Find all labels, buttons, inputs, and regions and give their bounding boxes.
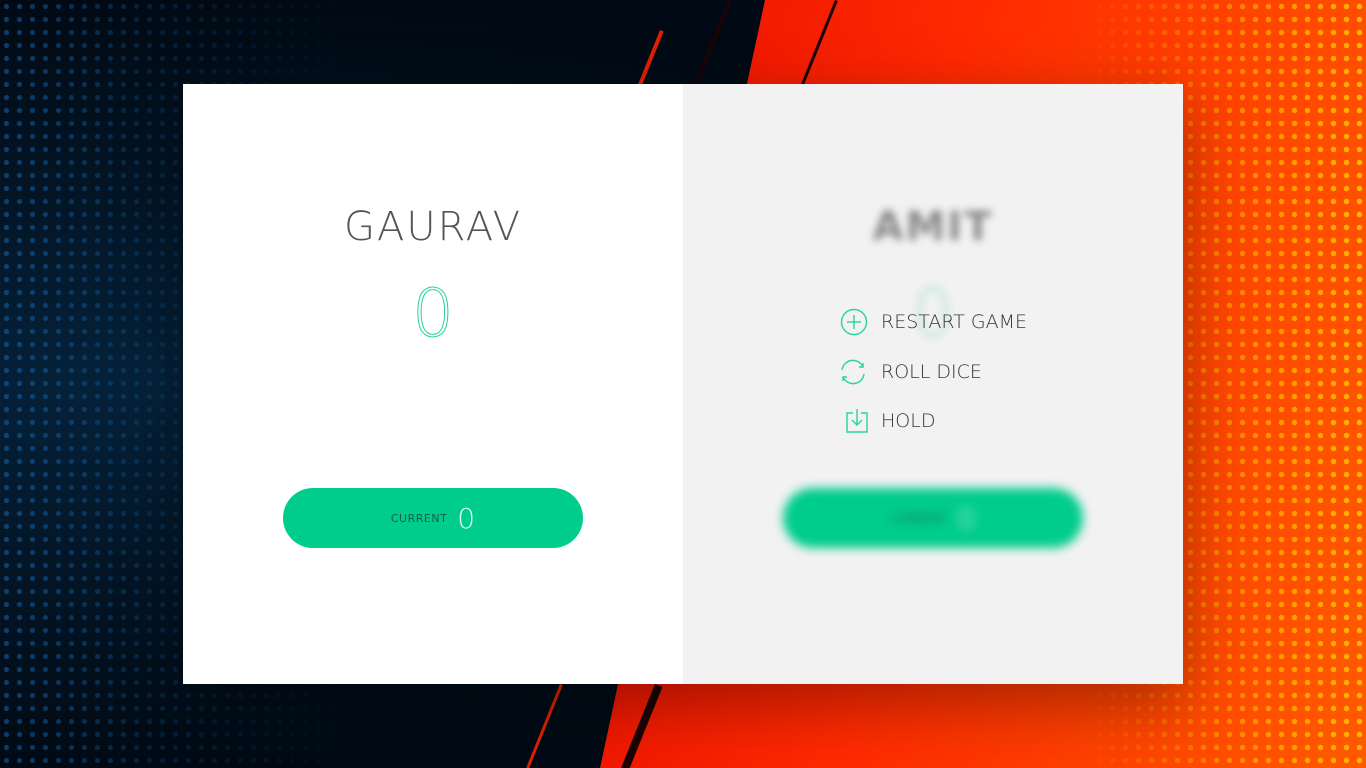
roll-dice-label: ROLL DICE [881,361,982,383]
player-name: AMIT [872,204,994,250]
player-name: GAURAV [344,204,522,250]
game-board: GAURAV 0 CURRENT 0 AMIT 0 CURRENT 0 REST… [183,84,1183,684]
player-panel-1: GAURAV 0 CURRENT 0 [183,84,683,684]
current-label: CURRENT [890,511,948,525]
roll-dice-button[interactable]: ROLL DICE [837,357,982,387]
new-game-button[interactable]: RESTART GAME [839,307,1027,337]
current-score: 0 [457,501,476,535]
new-game-label: RESTART GAME [881,311,1027,333]
refresh-icon [837,357,869,387]
player-score: 0 [412,275,455,353]
current-score-box: CURRENT 0 [783,488,1083,548]
current-score: 0 [957,501,976,535]
current-label: CURRENT [390,511,448,525]
plus-circle-icon [839,307,869,337]
current-score-box: CURRENT 0 [283,488,583,548]
download-icon [845,407,869,435]
hold-button[interactable]: HOLD [845,407,935,435]
hold-label: HOLD [881,410,936,432]
